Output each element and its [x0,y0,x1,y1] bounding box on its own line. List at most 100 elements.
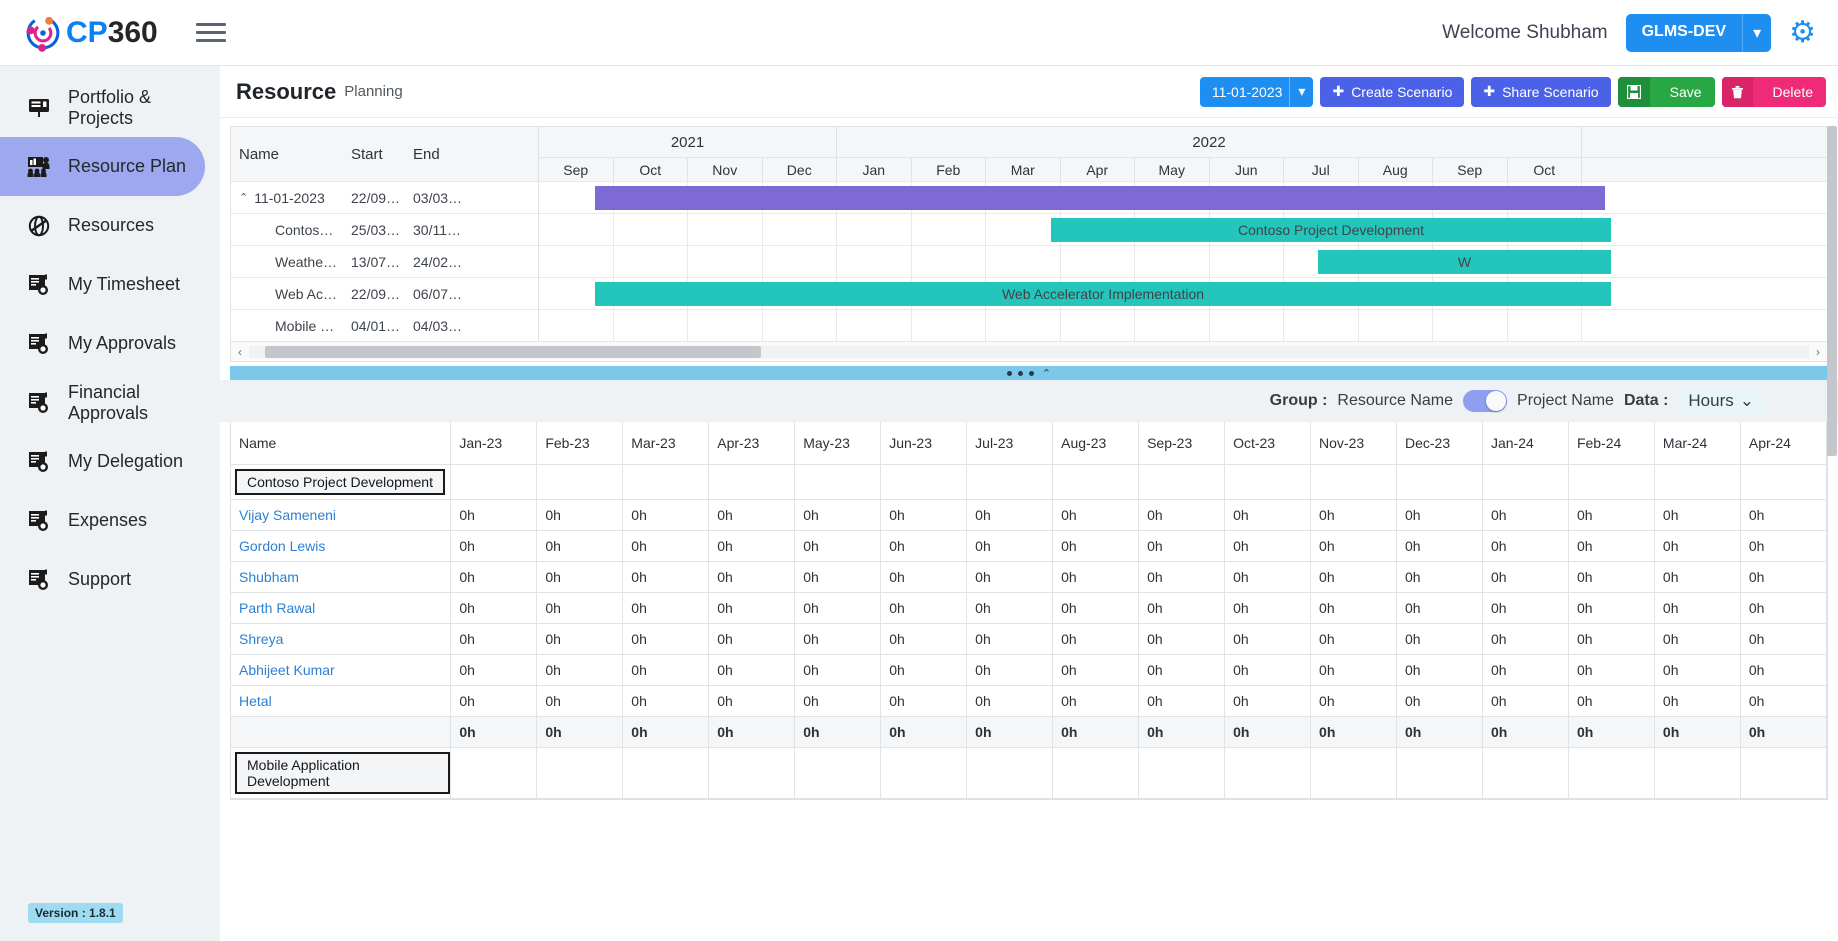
hours-cell[interactable]: 0h [1654,623,1741,655]
table-group-row[interactable]: Mobile Application Development [231,747,1827,799]
hours-cell[interactable]: 0h [966,685,1054,717]
hours-cell[interactable]: 0h [1740,654,1827,686]
scroll-thumb[interactable] [265,345,761,358]
hours-cell[interactable]: 0h [1310,561,1397,593]
hours-cell[interactable]: 0h [1482,654,1569,686]
hours-cell[interactable]: 0h [1138,685,1226,717]
scroll-track[interactable] [249,345,1809,358]
hours-cell[interactable]: 0h [708,685,796,717]
hours-cell[interactable]: 0h [1740,685,1827,717]
gantt-task-row[interactable]: Contos… 25/03… 30/11… [231,213,538,245]
hours-cell[interactable]: 0h [1740,623,1827,655]
hours-cell[interactable]: 0h [966,592,1054,624]
hours-cell[interactable]: 0h [1396,685,1483,717]
resource-link[interactable]: Vijay Sameneni [239,507,336,523]
hours-cell[interactable]: 0h [1482,592,1569,624]
hours-cell[interactable]: 0h [708,561,796,593]
gantt-bar[interactable] [595,186,1605,210]
sidebar-item-resource-plan[interactable]: Resource Plan [0,137,205,196]
hours-cell[interactable]: 0h [966,530,1054,562]
hours-cell[interactable]: 0h [1224,592,1312,624]
hours-cell[interactable]: 0h [1138,654,1226,686]
hours-cell[interactable]: 0h [1310,685,1397,717]
sidebar-item-resources[interactable]: Resources [0,196,205,255]
hours-cell[interactable]: 0h [1396,592,1483,624]
hours-cell[interactable]: 0h [1482,530,1569,562]
hours-cell[interactable]: 0h [880,654,968,686]
gantt-bar[interactable]: W [1318,250,1611,274]
panel-splitter[interactable]: ⌃ [230,366,1828,380]
hours-cell[interactable]: 0h [1654,592,1741,624]
hours-cell[interactable]: 0h [450,530,538,562]
hours-cell[interactable]: 0h [450,654,538,686]
hours-cell[interactable]: 0h [1224,561,1312,593]
hours-cell[interactable]: 0h [708,654,796,686]
data-unit-selector[interactable]: Hours ⌄ [1678,388,1764,414]
table-row[interactable]: Vijay Sameneni 0h 0h 0h 0h 0h 0h 0h 0h 0h 0h 0h 0h 0h… [231,499,1827,531]
hours-cell[interactable]: 0h [880,561,968,593]
hours-cell[interactable]: 0h [450,592,538,624]
table-row[interactable]: Parth Rawal 0h 0h 0h 0h 0h 0h 0h 0h 0h 0h 0h 0h 0h 0h 0… [231,592,1827,624]
hours-cell[interactable]: 0h [1482,623,1569,655]
delete-button[interactable]: Delete [1721,76,1826,107]
hours-cell[interactable]: 0h [1568,499,1655,531]
gantt-bar[interactable]: Contoso Project Development [1051,218,1611,242]
hours-cell[interactable]: 0h [536,530,624,562]
hours-cell[interactable]: 0h [536,499,624,531]
hours-cell[interactable]: 0h [622,623,710,655]
hours-cell[interactable]: 0h [966,499,1054,531]
hours-cell[interactable]: 0h [1396,654,1483,686]
hours-cell[interactable]: 0h [1224,530,1312,562]
gantt-bar[interactable]: Web Accelerator Implementation [595,282,1611,306]
hours-cell[interactable]: 0h [1396,561,1483,593]
group-option-project-name[interactable]: Project Name [1517,392,1614,410]
hours-cell[interactable]: 0h [708,592,796,624]
hours-cell[interactable]: 0h [966,561,1054,593]
hours-cell[interactable]: 0h [1568,530,1655,562]
environment-selector[interactable]: GLMS-DEV ▾ [1625,13,1772,52]
hours-cell[interactable]: 0h [1568,561,1655,593]
hours-cell[interactable]: 0h [1052,561,1140,593]
hours-cell[interactable]: 0h [1654,499,1741,531]
gantt-task-row[interactable]: Mobile … 04/01… 04/03… [231,309,538,341]
hours-cell[interactable]: 0h [1310,530,1397,562]
hours-cell[interactable]: 0h [1740,561,1827,593]
save-button[interactable]: Save [1617,76,1715,107]
hours-cell[interactable]: 0h [1224,499,1312,531]
group-toggle[interactable] [1463,390,1508,412]
hours-cell[interactable]: 0h [880,530,968,562]
hours-cell[interactable]: 0h [622,530,710,562]
hours-cell[interactable]: 0h [1568,592,1655,624]
hours-cell[interactable]: 0h [794,685,882,717]
hours-cell[interactable]: 0h [1310,499,1397,531]
sidebar-item-support[interactable]: Support [0,550,205,609]
hours-cell[interactable]: 0h [1224,654,1312,686]
sidebar-item-my-delegation[interactable]: My Delegation [0,432,205,491]
hours-cell[interactable]: 0h [1138,592,1226,624]
chevron-up-icon[interactable]: ⌃ [1042,367,1051,380]
hours-cell[interactable]: 0h [1138,499,1226,531]
hours-cell[interactable]: 0h [1740,499,1827,531]
table-row[interactable]: Shubham 0h 0h 0h 0h 0h 0h 0h 0h 0h 0h 0h 0h 0h 0h 0h 0h [231,561,1827,593]
sidebar-item-financial-approvals[interactable]: Financial Approvals [0,373,205,432]
sidebar-item-expenses[interactable]: Expenses [0,491,205,550]
hours-cell[interactable]: 0h [1654,530,1741,562]
hours-cell[interactable]: 0h [1654,685,1741,717]
hours-cell[interactable]: 0h [1052,592,1140,624]
hours-cell[interactable]: 0h [1224,685,1312,717]
hours-cell[interactable]: 0h [1654,654,1741,686]
sidebar-item-my-approvals[interactable]: My Approvals [0,314,205,373]
hours-cell[interactable]: 0h [1740,592,1827,624]
hours-cell[interactable]: 0h [622,561,710,593]
hours-cell[interactable]: 0h [622,499,710,531]
hours-cell[interactable]: 0h [1052,685,1140,717]
resource-link[interactable]: Abhijeet Kumar [239,662,335,678]
hours-cell[interactable]: 0h [450,499,538,531]
hours-cell[interactable]: 0h [880,623,968,655]
hours-cell[interactable]: 0h [622,654,710,686]
hours-cell[interactable]: 0h [450,561,538,593]
create-scenario-button[interactable]: ✚ Create Scenario [1320,76,1465,107]
sidebar-item-portfolio-projects[interactable]: Portfolio & Projects [0,78,205,137]
hours-cell[interactable]: 0h [536,592,624,624]
resource-link[interactable]: Parth Rawal [239,600,315,616]
